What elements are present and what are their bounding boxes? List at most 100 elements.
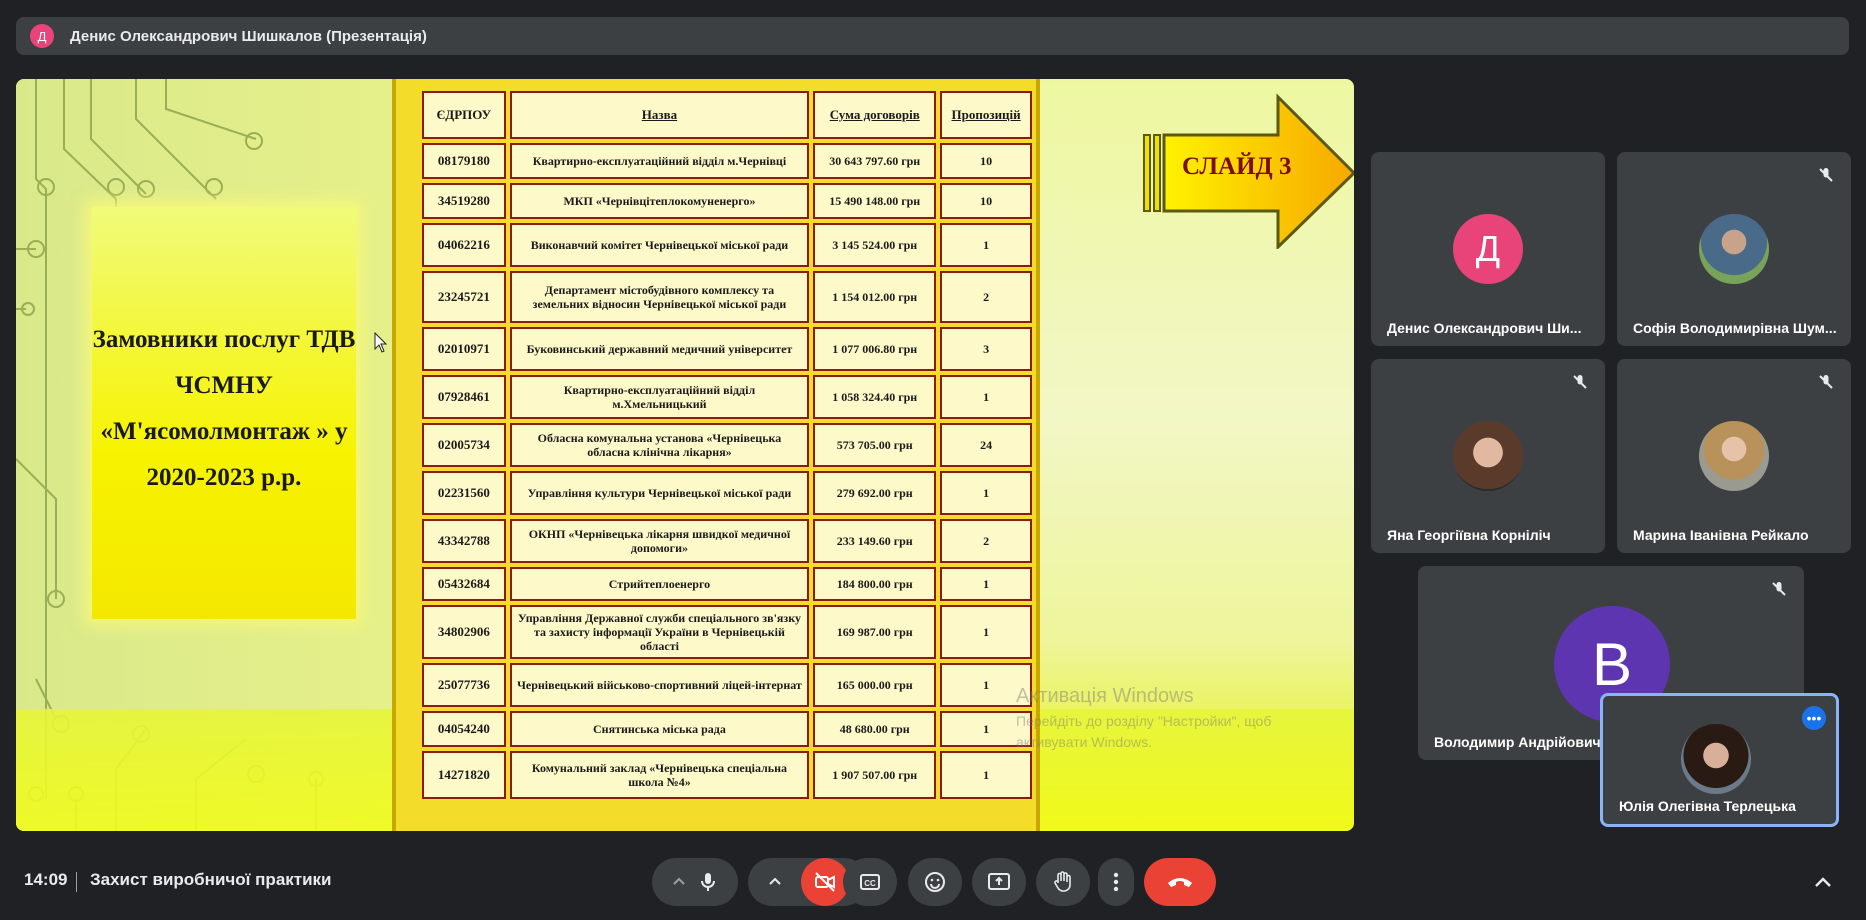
cell-sum: 573 705.00 грн <box>813 423 937 467</box>
table-row: 02010971 Буковинський державний медичний … <box>422 327 1032 371</box>
cell-code: 07928461 <box>422 375 506 419</box>
more-options-button[interactable] <box>1098 858 1134 906</box>
windows-watermark-title: Активація Windows <box>1016 685 1194 707</box>
cell-code: 05432684 <box>422 567 506 601</box>
mic-off-icon <box>1573 375 1587 389</box>
clients-table: ЄДРПОУ Назва Сума договорів Пропозицій 0… <box>418 87 1036 803</box>
cell-code: 08179180 <box>422 143 506 179</box>
participant-photo <box>1453 421 1523 491</box>
cell-code: 02010971 <box>422 327 506 371</box>
table-row: 05432684 Стрийтеплоенерго 184 800.00 грн 1 <box>422 567 1032 601</box>
cell-code: 02231560 <box>422 471 506 515</box>
presentation-slide: Замовники послуг ТДВ ЧСМНУ «М'ясомолмонт… <box>16 79 1354 831</box>
cell-offers: 1 <box>940 471 1032 515</box>
participant-name: Софія Володимирівна Шум... <box>1633 320 1837 336</box>
chevron-up-icon[interactable] <box>767 874 783 890</box>
cell-sum: 233 149.60 грн <box>813 519 937 563</box>
header-offers: Пропозицій <box>940 91 1032 139</box>
mic-off-icon <box>1819 168 1833 182</box>
participant-photo <box>1699 214 1769 284</box>
table-row: 08179180 Квартирно-експлуатаційний відділ… <box>422 143 1032 179</box>
cell-sum: 1 154 012.00 грн <box>813 271 937 323</box>
end-call-icon <box>1168 878 1192 887</box>
meeting-clock: 14:09 <box>24 870 68 889</box>
cell-sum: 15 490 148.00 грн <box>813 183 937 219</box>
cell-name: Комунальний заклад «Чернівецька спеціаль… <box>509 751 810 799</box>
slide-left-title: Замовники послуг ТДВ ЧСМНУ «М'ясомолмонт… <box>92 326 356 491</box>
cell-sum: 165 000.00 грн <box>813 663 937 707</box>
more-options-icon <box>1113 872 1119 892</box>
table-row: 25077736 Чернівецький військово-спортивни… <box>422 663 1032 707</box>
cell-name: Снятинська міська рада <box>509 711 810 747</box>
divider <box>76 872 77 892</box>
table-row: 14271820 Комунальний заклад «Чернівецька … <box>422 751 1032 799</box>
participant-tile[interactable]: Марина Іванівна Рейкало <box>1617 359 1851 553</box>
cell-offers: 24 <box>940 423 1032 467</box>
cell-name: Виконавчий комітет Чернівецької міської … <box>509 223 810 267</box>
emoji-icon <box>925 872 945 892</box>
presenter-bar: Д Денис Олександрович Шишкалов (Презента… <box>16 17 1849 55</box>
participant-name: Денис Олександрович Ши... <box>1387 320 1582 336</box>
cell-code: 02005734 <box>422 423 506 467</box>
camera-off-icon <box>815 872 835 892</box>
cell-sum: 169 987.00 грн <box>813 605 937 659</box>
more-options-icon[interactable]: ••• <box>1802 706 1826 730</box>
cell-sum: 3 145 524.00 грн <box>813 223 937 267</box>
mic-control[interactable] <box>652 858 738 906</box>
participant-name: Марина Іванівна Рейкало <box>1633 527 1809 543</box>
mic-off-icon <box>1772 582 1786 596</box>
slide-arrow-label: СЛАЙД 3 <box>1182 153 1292 180</box>
table-row: 34519280 МКП «Чернівцітеплокомуненерго» 15… <box>422 183 1032 219</box>
expand-up-icon[interactable] <box>1812 872 1834 894</box>
presenter-avatar: Д <box>30 24 54 48</box>
bottom-bar: 14:09 Захист виробничої практики CC <box>0 850 1866 920</box>
mouse-cursor-icon <box>374 332 388 353</box>
chevron-up-icon[interactable] <box>671 874 687 890</box>
cell-name: Управління культури Чернівецької міської… <box>509 471 810 515</box>
cell-name: ОКНП «Чернівецька лікарня швидкої медичн… <box>509 519 810 563</box>
cell-sum: 184 800.00 грн <box>813 567 937 601</box>
cell-offers: 2 <box>940 519 1032 563</box>
cell-code: 43342788 <box>422 519 506 563</box>
captions-button[interactable]: CC <box>843 858 897 906</box>
participant-photo <box>1699 421 1769 491</box>
table-panel: ЄДРПОУ Назва Сума договорів Пропозицій 0… <box>392 79 1040 831</box>
cell-name: Департамент містобудівного комплексу та … <box>509 271 810 323</box>
participant-avatar: Д <box>1453 214 1523 284</box>
table-row: 04062216 Виконавчий комітет Чернівецької … <box>422 223 1032 267</box>
cell-sum: 1 907 507.00 грн <box>813 751 937 799</box>
meeting-title: Захист виробничої практики <box>90 870 332 889</box>
participant-tile[interactable]: Софія Володимирівна Шум... <box>1617 152 1851 346</box>
cell-offers: 10 <box>940 143 1032 179</box>
windows-watermark-text: Перейдіть до розділу "Настройки", щоб ак… <box>1016 713 1272 750</box>
cell-offers: 1 <box>940 223 1032 267</box>
cell-sum: 30 643 797.60 грн <box>813 143 937 179</box>
table-row: 04054240 Снятинська міська рада 48 680.00 … <box>422 711 1032 747</box>
self-view-tile[interactable]: ••• Юлія Олегівна Терлецька <box>1600 693 1839 827</box>
cell-offers: 3 <box>940 327 1032 371</box>
participant-tile[interactable]: Яна Георгіївна Корніліч <box>1371 359 1605 553</box>
present-button[interactable] <box>972 858 1026 906</box>
participant-name: Юлія Олегівна Терлецька <box>1619 798 1796 814</box>
cell-code: 34519280 <box>422 183 506 219</box>
emoji-button[interactable] <box>908 858 962 906</box>
camera-off-button[interactable] <box>801 858 849 906</box>
header-name: Назва <box>509 91 810 139</box>
table-row: 43342788 ОКНП «Чернівецька лікарня швидко… <box>422 519 1032 563</box>
raise-hand-icon <box>1054 871 1071 892</box>
raise-hand-button[interactable] <box>1036 858 1090 906</box>
table-row: 02231560 Управління культури Чернівецької… <box>422 471 1032 515</box>
mic-icon[interactable] <box>697 871 719 893</box>
end-call-button[interactable] <box>1144 858 1216 906</box>
present-icon <box>988 873 1010 890</box>
cell-name: Стрийтеплоенерго <box>509 567 810 601</box>
captions-icon: CC <box>860 874 880 890</box>
cell-name: Квартирно-експлуатаційний відділ м.Черні… <box>509 143 810 179</box>
participant-name: Яна Георгіївна Корніліч <box>1387 527 1551 543</box>
participant-tile[interactable]: Д Денис Олександрович Ши... <box>1371 152 1605 346</box>
cell-code: 34802906 <box>422 605 506 659</box>
cell-offers: 1 <box>940 567 1032 601</box>
cell-name: Обласна комунальна установа «Чернівецька… <box>509 423 810 467</box>
table-row: 23245721 Департамент містобудівного компл… <box>422 271 1032 323</box>
cell-offers: 1 <box>940 605 1032 659</box>
